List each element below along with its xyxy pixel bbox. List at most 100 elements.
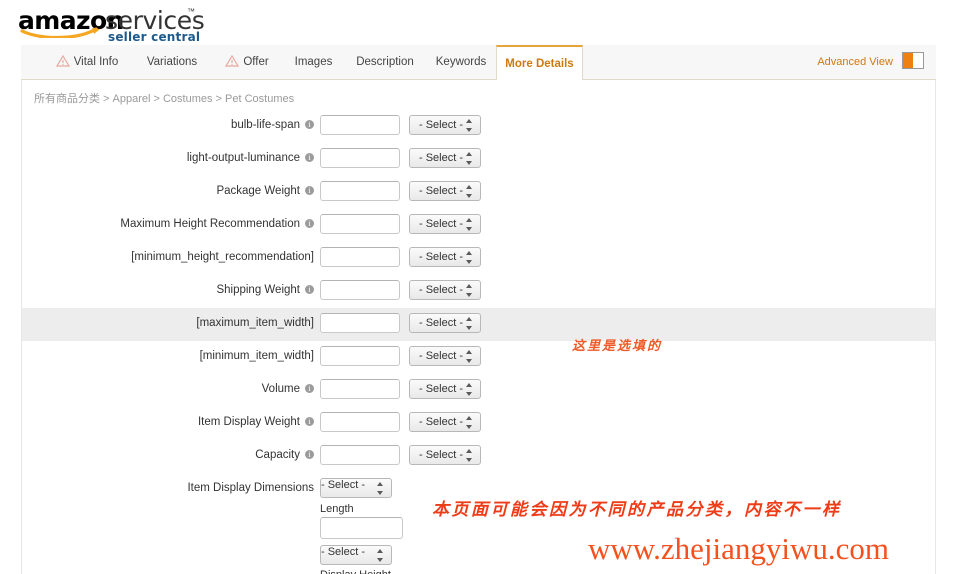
form-row: Volume - Select - (22, 374, 935, 407)
form-row: Maximum Height Recommendation - Select - (22, 209, 935, 242)
tab-list: Vital Info Variations Offer Images Descripti… (21, 45, 936, 81)
field-text-input[interactable] (320, 412, 400, 432)
field-text-input[interactable] (320, 313, 400, 333)
info-icon[interactable] (305, 449, 314, 460)
field-label: Shipping Weight (216, 284, 314, 296)
field-label: Item Display Dimensions (187, 482, 314, 494)
field-label: Package Weight (216, 185, 314, 197)
tab-images[interactable]: Images (283, 45, 344, 80)
field-unit-select[interactable]: - Select - (409, 247, 481, 267)
field-text-input[interactable] (320, 214, 400, 234)
form-row: Item Display Weight - Select - (22, 407, 935, 440)
info-icon[interactable] (305, 119, 314, 130)
field-unit-select[interactable]: - Select - (409, 181, 481, 201)
field-text-input[interactable] (320, 115, 400, 135)
tab-label: More Details (505, 58, 574, 70)
stepper-arrows-icon (466, 119, 473, 132)
info-icon[interactable] (305, 416, 314, 427)
tab-offer[interactable]: Offer (211, 45, 283, 80)
stepper-arrows-icon (377, 549, 384, 562)
field-label: Item Display Weight (198, 416, 314, 428)
stepper-arrows-icon (466, 350, 473, 363)
field-unit-select[interactable]: - Select - (409, 214, 481, 234)
field-label: Volume (262, 383, 314, 395)
length-unit-select[interactable]: - Select - (320, 545, 392, 565)
tab-variations[interactable]: Variations (133, 45, 211, 80)
stepper-arrows-icon (466, 185, 473, 198)
advanced-view-control[interactable]: Advanced View (817, 45, 924, 80)
field-unit-select[interactable]: - Select - (409, 280, 481, 300)
info-icon[interactable] (305, 284, 314, 295)
tab-label: Description (356, 56, 414, 68)
field-label: Capacity (255, 449, 314, 461)
info-icon[interactable] (305, 218, 314, 229)
stepper-arrows-icon (377, 482, 384, 495)
amazon-swoosh-icon (20, 26, 102, 38)
field-text-input[interactable] (320, 247, 400, 267)
warning-triangle-icon (55, 54, 74, 69)
info-icon[interactable] (305, 185, 314, 196)
annotation-optional-note: 这里是选填的 (572, 339, 663, 354)
stepper-arrows-icon (466, 383, 473, 396)
advanced-view-label: Advanced View (817, 56, 893, 68)
field-label: Maximum Height Recommendation (120, 218, 314, 230)
logo-subtitle: seller central (108, 30, 201, 44)
field-text-input[interactable] (320, 181, 400, 201)
field-text-input[interactable] (320, 280, 400, 300)
stepper-arrows-icon (466, 284, 473, 297)
field-label: [minimum_height_recommendation] (131, 251, 314, 263)
length-input[interactable] (320, 517, 403, 539)
display-height-label: Display Height (320, 569, 520, 574)
field-unit-select[interactable]: - Select - (409, 379, 481, 399)
stepper-arrows-icon (466, 416, 473, 429)
annotation-category-note: 本页面可能会因为不同的产品分类，内容不一样 (432, 500, 842, 520)
tab-keywords[interactable]: Keywords (426, 45, 496, 80)
warning-triangle-icon (225, 54, 243, 69)
stepper-arrows-icon (466, 251, 473, 264)
tab-label: Vital Info (73, 56, 119, 68)
breadcrumb[interactable]: 所有商品分类 > Apparel > Costumes > Pet Costum… (34, 90, 294, 106)
form-row: Shipping Weight - Select - (22, 275, 935, 308)
field-unit-select[interactable]: - Select - (409, 313, 481, 333)
site-logo[interactable]: amazon services ™ seller central (10, 4, 310, 44)
form-row: bulb-life-span - Select - (22, 110, 935, 143)
tab-label: Variations (146, 56, 198, 68)
tab-label: Images (294, 56, 333, 68)
stepper-arrows-icon (466, 449, 473, 462)
tab-vital-info[interactable]: Vital Info (41, 45, 133, 80)
tab-more-details[interactable]: More Details (496, 45, 583, 81)
logo-trademark-symbol: ™ (187, 7, 195, 16)
form-row: [maximum_item_width] - Select - (22, 308, 935, 341)
tab-label: Keywords (435, 56, 487, 68)
form-row: light-output-luminance - Select - (22, 143, 935, 176)
field-text-input[interactable] (320, 346, 400, 366)
form-row: Capacity - Select - (22, 440, 935, 473)
advanced-view-toggle[interactable] (902, 52, 924, 69)
field-label: [minimum_item_width] (199, 350, 314, 362)
field-label: bulb-life-span (231, 119, 314, 131)
watermark-url: www.zhejiangyiwu.com (588, 531, 890, 566)
field-text-input[interactable] (320, 445, 400, 465)
field-label: [maximum_item_width] (196, 317, 314, 329)
dimensions-select[interactable]: - Select - (320, 478, 392, 498)
info-icon[interactable] (305, 383, 314, 394)
field-unit-select[interactable]: - Select - (409, 148, 481, 168)
info-icon[interactable] (305, 152, 314, 163)
tab-label: Offer (243, 56, 269, 68)
field-label: light-output-luminance (187, 152, 314, 164)
form-row: [minimum_height_recommendation] - Select … (22, 242, 935, 275)
field-unit-select[interactable]: - Select - (409, 346, 481, 366)
field-unit-select[interactable]: - Select - (409, 412, 481, 432)
form-row: [minimum_item_width] - Select - (22, 341, 935, 374)
stepper-arrows-icon (466, 152, 473, 165)
stepper-arrows-icon (466, 317, 473, 330)
form-row: Package Weight - Select - (22, 176, 935, 209)
field-text-input[interactable] (320, 379, 400, 399)
tab-description[interactable]: Description (344, 45, 426, 80)
stepper-arrows-icon (466, 218, 473, 231)
field-text-input[interactable] (320, 148, 400, 168)
tab-bar: Vital Info Variations Offer Images Descripti… (21, 45, 936, 81)
field-unit-select[interactable]: - Select - (409, 445, 481, 465)
attributes-form: bulb-life-span- Select -light-output-lum… (22, 110, 935, 574)
field-unit-select[interactable]: - Select - (409, 115, 481, 135)
